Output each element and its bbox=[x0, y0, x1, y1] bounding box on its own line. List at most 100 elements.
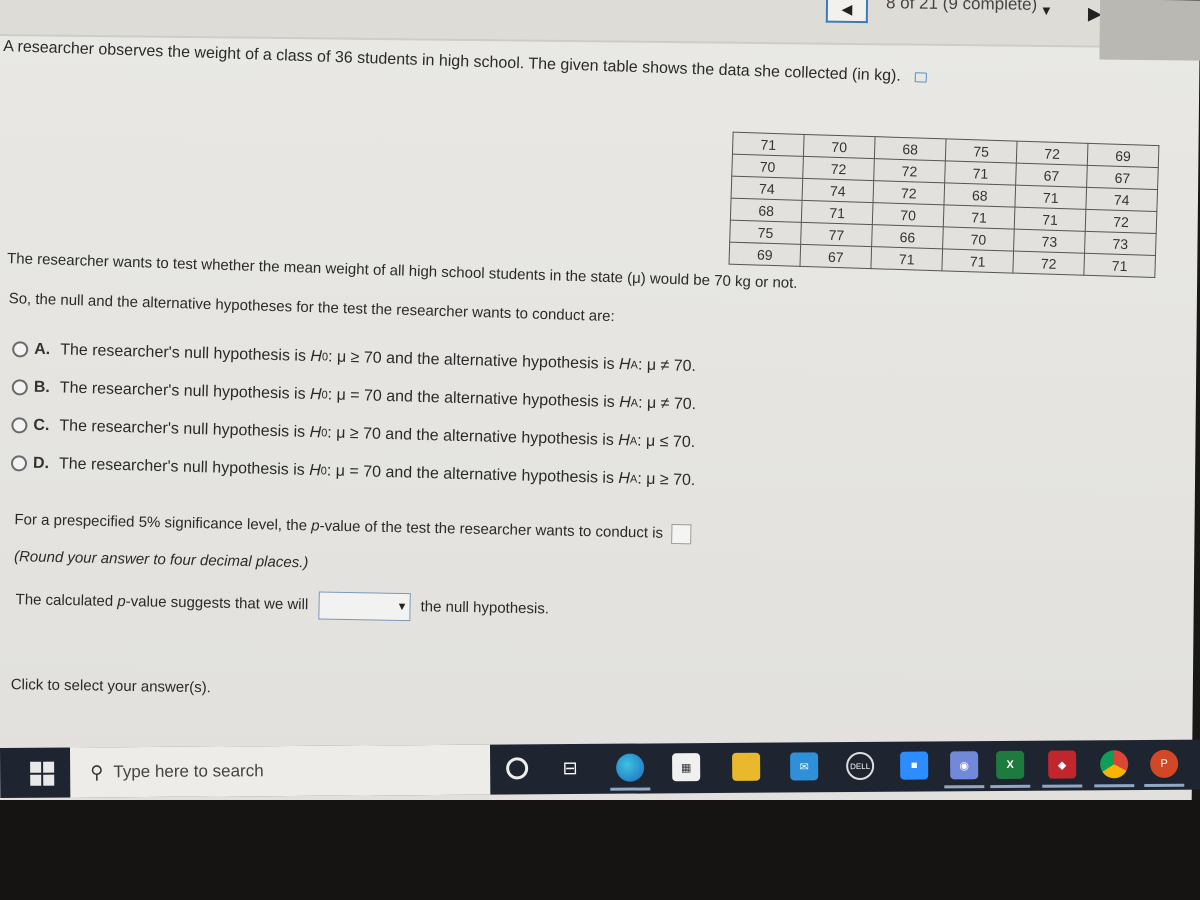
table-cell: 72 bbox=[1012, 251, 1085, 276]
edge-active-indicator bbox=[610, 787, 651, 791]
table-cell: 70 bbox=[872, 202, 944, 227]
table-cell: 73 bbox=[1084, 231, 1157, 256]
edge-icon[interactable] bbox=[616, 753, 645, 782]
powerpoint-icon[interactable]: P bbox=[1150, 749, 1179, 778]
option-letter: A. bbox=[33, 340, 51, 359]
table-cell: 70 bbox=[803, 134, 876, 159]
table-cell: 67 bbox=[1015, 163, 1088, 188]
alt-symbol: H bbox=[618, 432, 631, 450]
null-symbol: H bbox=[309, 423, 322, 442]
file-explorer-icon[interactable] bbox=[732, 752, 761, 781]
windows-start-button[interactable] bbox=[30, 761, 55, 786]
alt-symbol: H bbox=[618, 394, 632, 412]
previous-question-button[interactable]: ◀ bbox=[825, 0, 869, 24]
table-cell: 72 bbox=[1016, 141, 1088, 166]
radio-button[interactable] bbox=[10, 455, 28, 472]
monitor-bezel bbox=[0, 800, 1200, 900]
option-letter: B. bbox=[33, 378, 51, 397]
table-cell: 72 bbox=[873, 180, 945, 205]
taskbar-search-box[interactable]: ⚲ Type here to search bbox=[69, 744, 491, 798]
table-cell: 74 bbox=[731, 176, 803, 201]
topbar-shade bbox=[1099, 0, 1200, 61]
powerpoint-active-indicator bbox=[1144, 783, 1185, 788]
dropdown-caret-icon: ▼ bbox=[396, 600, 408, 614]
table-cell: 71 bbox=[870, 246, 943, 271]
pvalue-prompt-post: -value of the test the researcher wants … bbox=[319, 517, 664, 542]
table-cell: 71 bbox=[941, 248, 1014, 274]
answer-option-c[interactable]: C. The researcher's null hypothesis is H0… bbox=[11, 416, 695, 452]
answer-option-d[interactable]: D. The researcher's null hypothesis is H0… bbox=[10, 454, 696, 490]
test-statement: The researcher wants to test whether the… bbox=[6, 250, 798, 292]
table-cell: 75 bbox=[729, 220, 802, 245]
table-cell: 67 bbox=[799, 244, 872, 269]
null-relation: : μ = 70 and the alternative hypothesis … bbox=[327, 386, 615, 411]
question-intro: A researcher observes the weight of a cl… bbox=[3, 38, 928, 87]
microsoft-store-icon[interactable]: ▦ bbox=[672, 753, 701, 782]
option-prefix: The researcher's null hypothesis is bbox=[59, 341, 307, 365]
dell-icon[interactable]: DELL bbox=[846, 751, 875, 781]
alt-relation: : μ ≤ 70. bbox=[636, 432, 696, 452]
table-cell: 72 bbox=[802, 156, 875, 181]
triangle-left-icon: ◀ bbox=[841, 0, 853, 17]
pvalue-answer-input[interactable] bbox=[670, 523, 692, 545]
table-cell: 71 bbox=[1014, 207, 1086, 232]
alt-relation: : μ ≠ 70. bbox=[637, 394, 697, 414]
table-cell: 71 bbox=[943, 204, 1015, 230]
cortana-icon[interactable] bbox=[506, 757, 529, 780]
table-cell: 67 bbox=[1086, 165, 1159, 190]
table-cell: 74 bbox=[1085, 187, 1158, 212]
table-cell: 72 bbox=[1085, 209, 1157, 234]
zoom-icon[interactable]: ■ bbox=[900, 751, 929, 780]
search-placeholder: Type here to search bbox=[113, 761, 264, 782]
discord-icon[interactable]: ◉ bbox=[950, 751, 979, 780]
table-cell: 77 bbox=[800, 222, 873, 247]
table-cell: 69 bbox=[1087, 143, 1159, 168]
question-progress[interactable]: 8 of 21 (9 complete) bbox=[886, 0, 1037, 15]
table-cell: 71 bbox=[1014, 185, 1087, 210]
option-letter: D. bbox=[32, 454, 50, 473]
radio-button[interactable] bbox=[11, 341, 29, 358]
reject-decision-select[interactable]: ▼ bbox=[318, 591, 411, 622]
chrome-active-indicator bbox=[1094, 784, 1135, 788]
mail-icon[interactable]: ✉ bbox=[790, 752, 819, 781]
table-cell: 66 bbox=[871, 224, 944, 249]
table-cell: 71 bbox=[732, 132, 805, 157]
browser-screen: ◀ 8 of 21 (9 complete) ▼ ▶ A researcher … bbox=[0, 0, 1200, 813]
alt-relation: : μ ≠ 70. bbox=[637, 356, 697, 376]
chrome-icon[interactable] bbox=[1100, 750, 1129, 779]
answer-option-b[interactable]: B. The researcher's null hypothesis is H0… bbox=[11, 378, 697, 414]
table-cell: 74 bbox=[802, 178, 874, 203]
hypotheses-prompt: So, the null and the alternative hypothe… bbox=[8, 290, 615, 326]
table-cell: 69 bbox=[728, 242, 801, 267]
null-symbol: H bbox=[308, 461, 321, 480]
rounding-note: (Round your answer to four decimal place… bbox=[13, 548, 309, 572]
table-cell: 75 bbox=[945, 138, 1018, 164]
table-cell: 73 bbox=[1013, 229, 1086, 254]
task-view-icon[interactable]: ⊟ bbox=[556, 754, 584, 782]
search-icon: ⚲ bbox=[90, 761, 104, 782]
option-prefix: The researcher's null hypothesis is bbox=[59, 379, 306, 403]
table-cell: 72 bbox=[873, 158, 946, 183]
excel-icon[interactable]: X bbox=[996, 750, 1025, 780]
answer-option-a[interactable]: A. The researcher's null hypothesis is H0… bbox=[11, 340, 697, 376]
pvalue-prompt-pre: For a prespecified 5% significance level… bbox=[14, 511, 312, 535]
table-cell: 68 bbox=[730, 198, 803, 223]
null-relation: : μ ≥ 70 and the alternative hypothesis … bbox=[327, 348, 615, 373]
table-cell: 71 bbox=[1083, 253, 1156, 278]
pvalue-question: For a prespecified 5% significance level… bbox=[14, 510, 692, 545]
discord-active-indicator bbox=[944, 785, 985, 789]
radio-button[interactable] bbox=[11, 379, 29, 396]
null-relation: : μ = 70 and the alternative hypothesis … bbox=[326, 462, 615, 487]
triangle-down-icon[interactable]: ▼ bbox=[1040, 3, 1053, 18]
null-symbol: H bbox=[310, 347, 323, 366]
alt-symbol: H bbox=[618, 356, 631, 374]
mcafee-icon[interactable]: ◆ bbox=[1048, 750, 1077, 779]
conclusion-pre: The calculated bbox=[15, 591, 118, 610]
radio-button[interactable] bbox=[11, 417, 28, 434]
windows-taskbar: ⚲ Type here to search ⊟ ▦ ✉ DELL ■ ◉ X ◆… bbox=[0, 739, 1200, 798]
option-letter: C. bbox=[33, 416, 50, 435]
question-intro-text: A researcher observes the weight of a cl… bbox=[3, 38, 902, 85]
copy-data-icon[interactable] bbox=[915, 72, 928, 83]
table-cell: 71 bbox=[944, 160, 1017, 186]
conclusion-tail: the null hypothesis. bbox=[420, 598, 550, 618]
